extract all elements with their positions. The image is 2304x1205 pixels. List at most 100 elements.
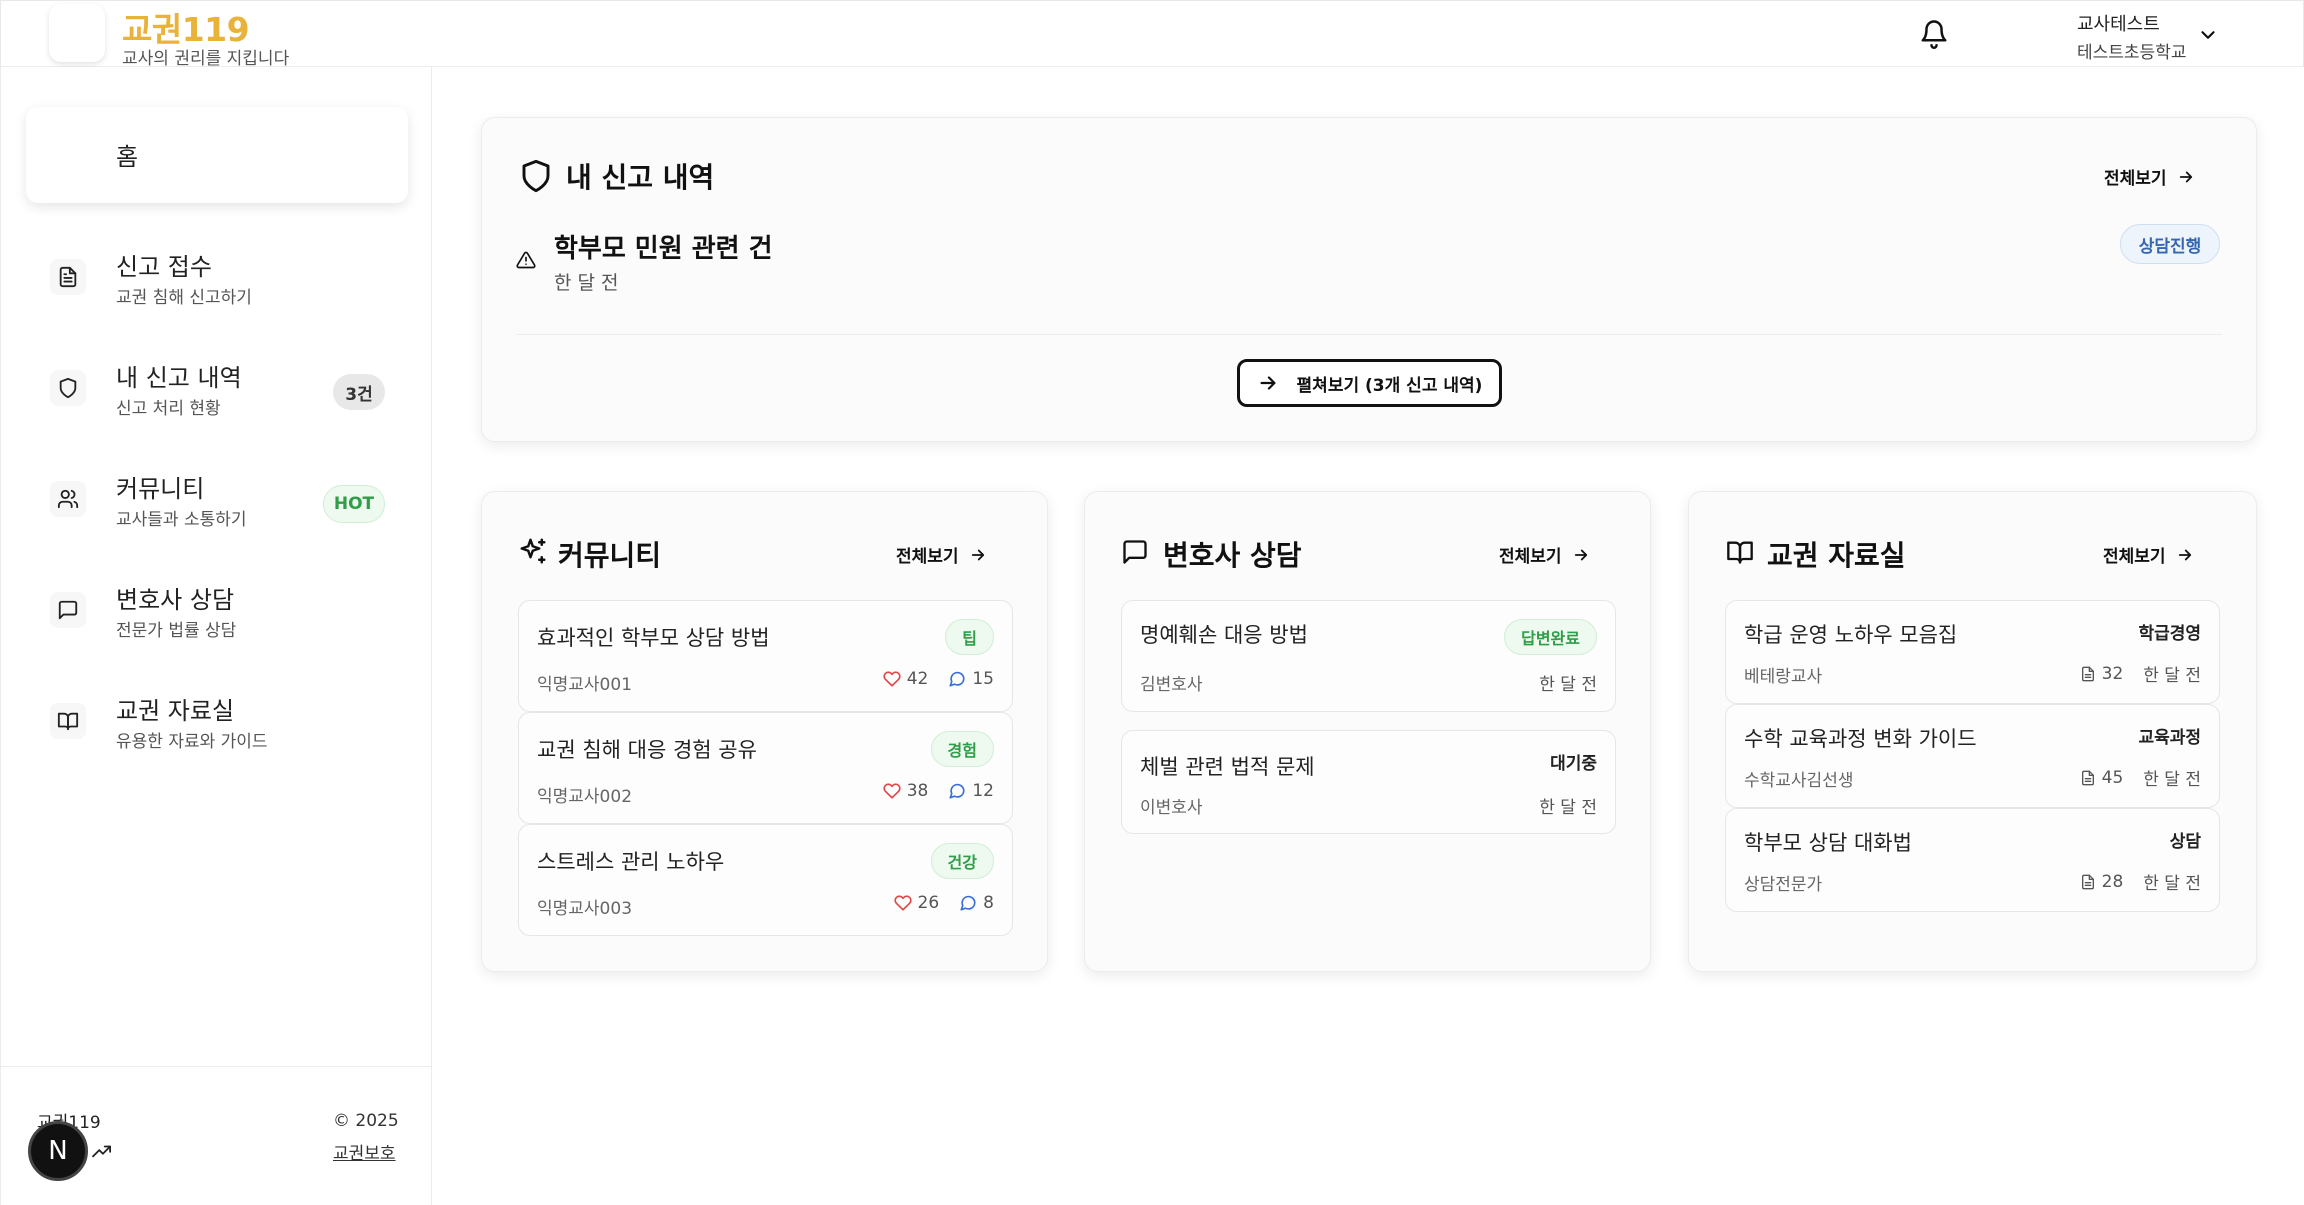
list-item[interactable]: 체벌 관련 법적 문제 대기중 이변호사 한 달 전 — [1121, 730, 1616, 834]
comment-count: 15 — [972, 669, 994, 689]
post-author: 익명교사002 — [537, 787, 633, 807]
divider — [516, 334, 2222, 335]
sidebar-item-report[interactable]: 신고 접수 교권 침해 신고하기 — [26, 231, 408, 331]
resource-title: 학급 운영 노하우 모음집 — [1744, 623, 1958, 647]
resource-author: 상담전문가 — [1744, 875, 1823, 895]
footer-link[interactable]: 교권보호 — [333, 1139, 396, 1164]
list-item[interactable]: 학부모 상담 대화법 상담 상담전문가 28 한 달 전 — [1725, 808, 2220, 912]
download-count: 45 — [2101, 767, 2124, 788]
sidebar-item-label: 홈 — [116, 143, 139, 171]
sidebar-item-resources[interactable]: 교권 자료실 유용한 자료와 가이드 — [26, 675, 408, 775]
post-title: 효과적인 학부모 상담 방법 — [537, 626, 770, 650]
expand-label: 펼쳐보기 (3개 신고 내역) — [1296, 375, 1483, 396]
comment-icon — [948, 782, 966, 800]
resource-stats: 28 한 달 전 — [2080, 869, 2201, 894]
see-all-link[interactable]: 전체보기 — [2103, 542, 2194, 567]
list-item[interactable]: 명예훼손 대응 방법 답변완료 김변호사 한 달 전 — [1121, 600, 1616, 712]
tag-badge: 경험 — [930, 731, 994, 767]
list-item[interactable]: 스트레스 관리 노하우 건강 익명교사003 26 8 — [518, 824, 1013, 936]
lawyer-card: 변호사 상담 전체보기 명예훼손 대응 방법 답변완료 김변호사 한 달 전 체… — [1084, 491, 1651, 972]
category-label: 교육과정 — [2138, 728, 2201, 748]
sparkles-icon — [518, 536, 548, 566]
sidebar-item-sub: 교사들과 소통하기 — [116, 510, 247, 530]
document-icon — [50, 259, 86, 295]
brand-tagline: 교사의 권리를 지킵니다 — [122, 49, 290, 69]
file-icon — [2080, 873, 2096, 891]
status-badge: 상담진행 — [2120, 224, 2220, 264]
see-all-label: 전체보기 — [2103, 547, 2166, 567]
resource-stats: 32 한 달 전 — [2080, 661, 2201, 686]
report-title[interactable]: 학부모 민원 관련 건 — [554, 228, 773, 265]
sidebar-divider — [1, 1066, 432, 1067]
post-title: 교권 침해 대응 경험 공유 — [537, 738, 757, 762]
chevron-down-icon[interactable] — [2197, 24, 2219, 46]
card-title: 내 신고 내역 — [566, 161, 715, 194]
heart-icon — [893, 894, 912, 912]
book-icon — [1725, 538, 1755, 566]
shield-icon — [520, 158, 552, 194]
post-stats: 38 12 — [883, 781, 994, 801]
post-stats: 26 8 — [893, 893, 994, 913]
user-name[interactable]: 교사테스트 — [2077, 10, 2160, 36]
resource-author: 수학교사김선생 — [1744, 771, 1854, 791]
resource-time: 한 달 전 — [2143, 874, 2201, 894]
post-author: 익명교사001 — [537, 675, 633, 695]
shield-icon — [50, 370, 86, 406]
resource-stats: 45 한 달 전 — [2080, 765, 2201, 790]
count-badge: 3건 — [333, 374, 385, 410]
hot-badge: HOT — [323, 485, 385, 523]
sidebar-item-lawyer[interactable]: 변호사 상담 전문가 법률 상담 — [26, 564, 408, 664]
sidebar-item-community[interactable]: 커뮤니티 교사들과 소통하기 HOT — [26, 453, 408, 553]
sidebar-item-home[interactable]: 홈 — [26, 107, 408, 203]
arrow-right-icon — [969, 546, 987, 564]
top-header: 교권119 교사의 권리를 지킵니다 교사테스트 테스트초등학교 — [0, 0, 2304, 69]
download-count: 32 — [2101, 663, 2124, 684]
bell-icon[interactable] — [1919, 17, 1949, 51]
post-stats: 42 15 — [883, 669, 994, 689]
community-card: 커뮤니티 전체보기 효과적인 학부모 상담 방법 팁 익명교사001 42 15… — [481, 491, 1048, 972]
like-count: 26 — [917, 893, 940, 913]
list-item[interactable]: 수학 교육과정 변화 가이드 교육과정 수학교사김선생 45 한 달 전 — [1725, 704, 2220, 808]
resource-author: 베테랑교사 — [1744, 667, 1823, 687]
sidebar-item-sub: 신고 처리 현황 — [116, 399, 221, 419]
user-school[interactable]: 테스트초등학교 — [2077, 38, 2186, 63]
resource-time: 한 달 전 — [2143, 666, 2201, 686]
list-item[interactable]: 효과적인 학부모 상담 방법 팁 익명교사001 42 15 — [518, 600, 1013, 712]
expand-button[interactable]: 펼쳐보기 (3개 신고 내역) — [1237, 359, 1502, 407]
list-item[interactable]: 교권 침해 대응 경험 공유 경험 익명교사002 38 12 — [518, 712, 1013, 824]
sidebar-item-label: 변호사 상담 — [116, 586, 235, 614]
sidebar-item-my-reports[interactable]: 내 신고 내역 신고 처리 현황 3건 — [26, 342, 408, 442]
tag-badge: 팁 — [945, 619, 994, 655]
comment-count: 12 — [972, 781, 994, 801]
consult-title: 체벌 관련 법적 문제 — [1140, 755, 1315, 779]
consult-title: 명예훼손 대응 방법 — [1140, 623, 1308, 647]
see-all-link[interactable]: 전체보기 — [2104, 164, 2195, 189]
arrow-right-icon — [2177, 168, 2195, 186]
card-title: 변호사 상담 — [1163, 539, 1302, 572]
status-badge: 답변완료 — [1504, 619, 1597, 655]
consult-time: 한 달 전 — [1539, 798, 1597, 818]
sidebar-item-label: 교권 자료실 — [116, 697, 235, 725]
lawyer-name: 이변호사 — [1140, 798, 1203, 818]
message-icon — [50, 592, 86, 628]
users-icon — [50, 481, 86, 517]
see-all-link[interactable]: 전체보기 — [1499, 542, 1590, 567]
see-all-label: 전체보기 — [896, 547, 959, 567]
see-all-link[interactable]: 전체보기 — [896, 542, 987, 567]
sidebar-item-sub: 교권 침해 신고하기 — [116, 288, 252, 308]
logo[interactable] — [49, 4, 105, 62]
message-icon — [1121, 538, 1149, 566]
sidebar-item-label: 커뮤니티 — [116, 475, 205, 503]
resource-title: 수학 교육과정 변화 가이드 — [1744, 727, 1977, 751]
like-count: 42 — [906, 669, 929, 689]
file-icon — [2080, 769, 2096, 787]
sidebar: 홈 신고 접수 교권 침해 신고하기 내 신고 내역 신고 처리 현황 3건 커… — [0, 67, 432, 1205]
trending-icon — [91, 1142, 113, 1160]
n-badge-button[interactable]: N — [28, 1121, 88, 1181]
post-title: 스트레스 관리 노하우 — [537, 850, 725, 874]
category-label: 학급경영 — [2138, 624, 2201, 644]
card-title: 커뮤니티 — [558, 539, 662, 572]
list-item[interactable]: 학급 운영 노하우 모음집 학급경영 베테랑교사 32 한 달 전 — [1725, 600, 2220, 704]
lawyer-name: 김변호사 — [1140, 675, 1203, 695]
sidebar-item-sub: 유용한 자료와 가이드 — [116, 732, 268, 752]
